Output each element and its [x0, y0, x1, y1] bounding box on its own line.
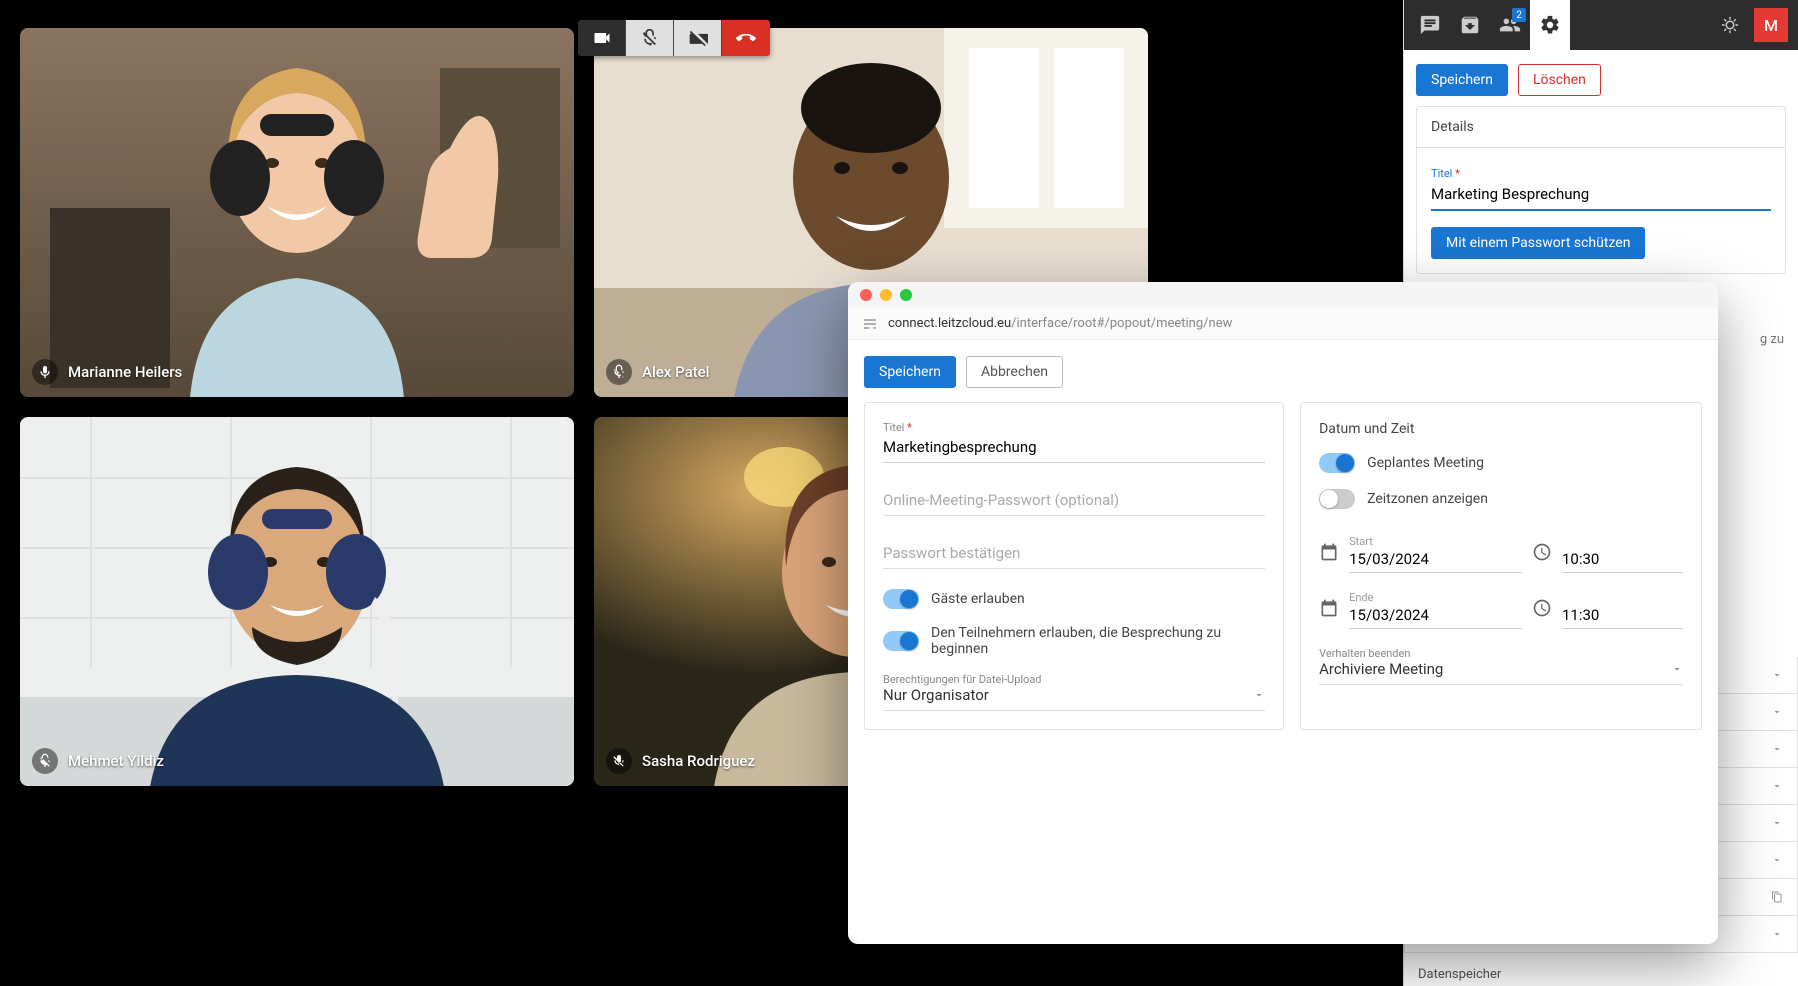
participant-name: Mehmet Yildiz — [68, 752, 164, 770]
user-avatar[interactable]: M — [1754, 8, 1788, 42]
theme-toggle-button[interactable] — [1710, 0, 1750, 50]
password-protect-button[interactable]: Mit einem Passwort schützen — [1431, 227, 1645, 259]
allow-start-label: Den Teilnehmern erlauben, die Besprechun… — [931, 625, 1265, 657]
save-button[interactable]: Speichern — [1416, 64, 1508, 96]
chevron-down-icon — [1771, 743, 1783, 755]
details-heading: Details — [1417, 107, 1785, 148]
show-timezones-toggle[interactable] — [1319, 489, 1355, 509]
delete-button[interactable]: Löschen — [1518, 64, 1601, 96]
title-label: Titel * — [1431, 167, 1460, 180]
allow-guests-label: Gäste erlauben — [931, 591, 1025, 607]
calendar-icon — [1319, 542, 1339, 566]
copy-icon — [1771, 891, 1783, 903]
chevron-down-icon — [1253, 689, 1265, 701]
video-tile[interactable]: Marianne Heilers — [20, 28, 574, 397]
chevron-down-icon — [1771, 780, 1783, 792]
participant-name: Alex Patel — [642, 363, 710, 381]
close-window-button[interactable] — [860, 289, 872, 301]
upload-perm-label: Berechtigungen für Datei-Upload — [883, 673, 1265, 686]
calendar-icon — [1319, 598, 1339, 622]
video-tile[interactable]: Mehmet Yildiz — [20, 417, 574, 786]
mic-muted-icon — [32, 748, 58, 774]
allow-guests-toggle[interactable] — [883, 589, 919, 609]
start-time-input[interactable] — [1562, 548, 1683, 573]
popup-save-button[interactable]: Speichern — [864, 356, 956, 388]
show-timezones-label: Zeitzonen anzeigen — [1367, 491, 1488, 507]
settings-tab[interactable] — [1530, 0, 1570, 50]
mic-status-icon — [32, 359, 58, 385]
meeting-settings-card: Titel * Gäste erlauben Den Teilnehmern e… — [864, 402, 1284, 730]
end-behavior-select[interactable]: Archiviere Meeting — [1319, 660, 1683, 685]
new-meeting-popup: connect.leitzcloud.eu/interface/root#/po… — [848, 282, 1718, 944]
allow-start-toggle[interactable] — [883, 631, 919, 651]
mic-muted-icon — [606, 359, 632, 385]
end-behavior-label: Verhalten beenden — [1319, 647, 1683, 660]
archive-tab[interactable] — [1450, 0, 1490, 50]
window-titlebar[interactable] — [848, 282, 1718, 308]
date-time-heading: Datum und Zeit — [1319, 421, 1683, 437]
screenshare-button[interactable] — [674, 20, 722, 56]
clock-icon — [1532, 542, 1552, 566]
title-input[interactable] — [1431, 181, 1771, 211]
scheduled-meeting-label: Geplantes Meeting — [1367, 455, 1484, 471]
meeting-password-confirm-input[interactable] — [883, 536, 1265, 569]
popup-cancel-button[interactable]: Abbrechen — [966, 356, 1063, 388]
scheduled-meeting-toggle[interactable] — [1319, 453, 1355, 473]
end-time-input[interactable] — [1562, 604, 1683, 629]
popup-title-label: Titel * — [883, 421, 1265, 434]
mic-toggle-button[interactable] — [626, 20, 674, 56]
minimize-window-button[interactable] — [880, 289, 892, 301]
chevron-down-icon — [1771, 669, 1783, 681]
participant-name: Marianne Heilers — [68, 363, 182, 381]
maximize-window-button[interactable] — [900, 289, 912, 301]
call-toolbar — [578, 20, 770, 56]
start-label: Start — [1349, 535, 1522, 548]
date-time-card: Datum und Zeit Geplantes Meeting Zeitzon… — [1300, 402, 1702, 730]
site-settings-icon — [862, 316, 878, 332]
clock-icon — [1532, 598, 1552, 622]
participants-count-badge: 2 — [1512, 8, 1526, 22]
chevron-down-icon — [1771, 706, 1783, 718]
upload-perm-select[interactable]: Nur Organisator — [883, 686, 1265, 711]
address-bar[interactable]: connect.leitzcloud.eu/interface/root#/po… — [848, 308, 1718, 340]
chevron-down-icon — [1771, 817, 1783, 829]
chevron-down-icon — [1771, 854, 1783, 866]
participant-name: Sasha Rodriguez — [642, 752, 755, 770]
chevron-down-icon — [1671, 663, 1683, 675]
meeting-password-input[interactable] — [883, 483, 1265, 516]
end-date-input[interactable] — [1349, 604, 1522, 629]
truncated-text: g zu — [1760, 332, 1784, 347]
hangup-button[interactable] — [722, 20, 770, 56]
chevron-down-icon — [1771, 928, 1783, 940]
participants-tab[interactable]: 2 — [1490, 0, 1530, 50]
popup-title-input[interactable] — [883, 434, 1265, 463]
mic-muted-icon — [606, 748, 632, 774]
end-label: Ende — [1349, 591, 1522, 604]
chat-tab[interactable] — [1410, 0, 1450, 50]
storage-label: Datenspeicher — [1404, 953, 1798, 986]
start-date-input[interactable] — [1349, 548, 1522, 573]
sidebar-tabs: 2 M — [1404, 0, 1798, 50]
camera-toggle-button[interactable] — [578, 20, 626, 56]
details-card: Details Titel * Mit einem Passwort schüt… — [1416, 106, 1786, 274]
